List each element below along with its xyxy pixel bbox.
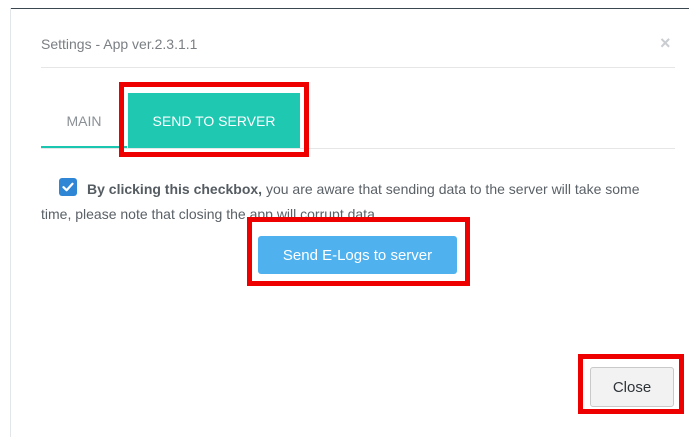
modal-title: Settings - App ver.2.3.1.1 — [41, 36, 198, 52]
close-icon[interactable]: × — [660, 34, 671, 52]
notice-bold: By clicking this checkbox, — [87, 181, 263, 197]
highlight-box-send — [247, 217, 470, 286]
top-border — [10, 8, 689, 9]
settings-modal: Settings - App ver.2.3.1.1 × MAIN SEND T… — [0, 0, 689, 437]
tab-main[interactable]: MAIN — [41, 94, 127, 148]
highlight-box-tab — [119, 82, 309, 157]
header-divider — [41, 67, 675, 68]
highlight-box-close — [578, 354, 684, 414]
left-border — [10, 8, 11, 437]
